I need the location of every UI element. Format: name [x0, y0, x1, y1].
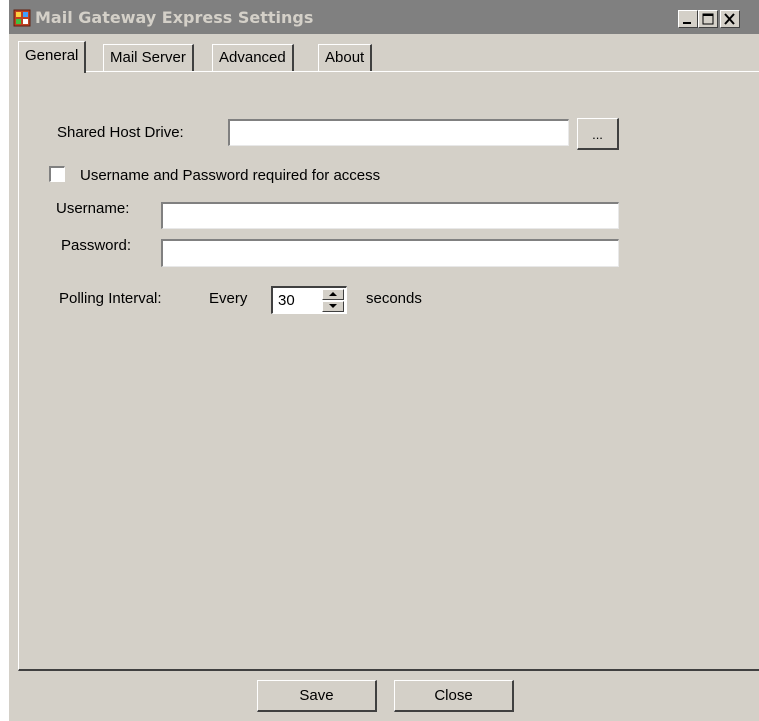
stepper-down-button[interactable]: [322, 301, 344, 312]
polling-every-label: Every: [209, 290, 248, 307]
settings-window: Mail Gateway Express Settings General Ma…: [9, 0, 759, 721]
maximize-button[interactable]: [698, 10, 718, 28]
save-button[interactable]: Save: [257, 680, 377, 712]
app-icon: [13, 9, 31, 27]
tab-mail-server[interactable]: Mail Server: [103, 44, 194, 71]
polling-interval-label: Polling Interval:: [59, 290, 162, 307]
minimize-button[interactable]: [678, 10, 698, 28]
tab-general[interactable]: General: [18, 41, 87, 73]
polling-seconds-label: seconds: [366, 290, 422, 307]
polling-interval-stepper[interactable]: 30: [271, 286, 347, 314]
tab-about[interactable]: About: [318, 44, 373, 71]
browse-button[interactable]: ...: [577, 118, 619, 150]
shared-host-drive-label: Shared Host Drive:: [57, 124, 184, 141]
stepper-up-button[interactable]: [322, 289, 344, 300]
polling-interval-value[interactable]: 30: [278, 292, 295, 309]
close-dialog-button[interactable]: Close: [394, 680, 514, 712]
title-bar[interactable]: Mail Gateway Express Settings: [9, 0, 759, 34]
general-tab-panel: [18, 71, 759, 671]
tab-advanced[interactable]: Advanced: [212, 44, 294, 71]
close-button[interactable]: [720, 10, 740, 28]
window-title: Mail Gateway Express Settings: [35, 8, 314, 27]
password-label: Password:: [61, 237, 132, 254]
username-input[interactable]: [161, 202, 619, 229]
auth-required-checkbox[interactable]: [49, 166, 65, 182]
username-label: Username:: [56, 200, 130, 217]
auth-required-label: Username and Password required for acces…: [80, 167, 381, 184]
password-input[interactable]: [161, 239, 619, 267]
shared-host-drive-input[interactable]: [228, 119, 569, 146]
